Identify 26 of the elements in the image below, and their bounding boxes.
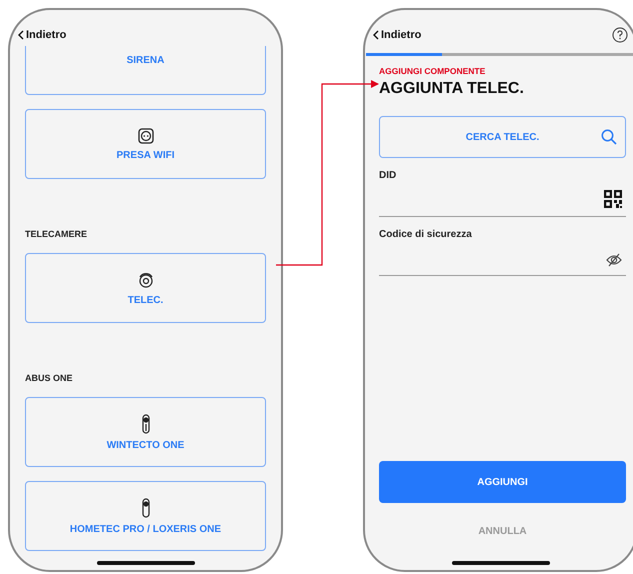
- socket-icon: [138, 128, 154, 144]
- lock-cylinder-icon: [142, 414, 150, 434]
- device-card[interactable]: HOMETEC PRO / LOXERIS ONE: [25, 481, 266, 551]
- device-card[interactable]: WINTECTO ONE: [25, 397, 266, 467]
- input-field[interactable]: DID: [379, 170, 626, 217]
- chevron-left-icon: [18, 30, 24, 40]
- help-icon[interactable]: [612, 27, 628, 43]
- camera-icon: [136, 270, 154, 288]
- chevron-left-icon: [373, 30, 379, 40]
- back-link[interactable]: Indietro: [373, 29, 422, 41]
- device-card[interactable]: TELEC.: [25, 253, 266, 323]
- hidden-eye-icon[interactable]: [606, 253, 622, 267]
- step-label: AGGIUNGI COMPONENTE: [379, 66, 486, 76]
- lock-cylinder-icon: [142, 498, 150, 518]
- page-title: AGGIUNTA TELEC.: [379, 80, 525, 98]
- search-icon: [601, 129, 617, 145]
- section-heading: ABUS ONE: [25, 373, 74, 383]
- qr-code-icon[interactable]: [604, 190, 622, 208]
- device-card[interactable]: PRESA WIFI: [25, 109, 266, 179]
- device-card[interactable]: SIRENA: [25, 46, 266, 95]
- section-heading: TELECAMERE: [25, 229, 88, 239]
- input-field[interactable]: Codice di sicurezza: [379, 229, 626, 276]
- search-button[interactable]: CERCA TELEC.: [379, 116, 626, 158]
- back-link[interactable]: Indietro: [18, 29, 66, 41]
- add-button[interactable]: AGGIUNGI: [379, 461, 626, 503]
- cancel-button[interactable]: ANNULLA: [472, 525, 533, 538]
